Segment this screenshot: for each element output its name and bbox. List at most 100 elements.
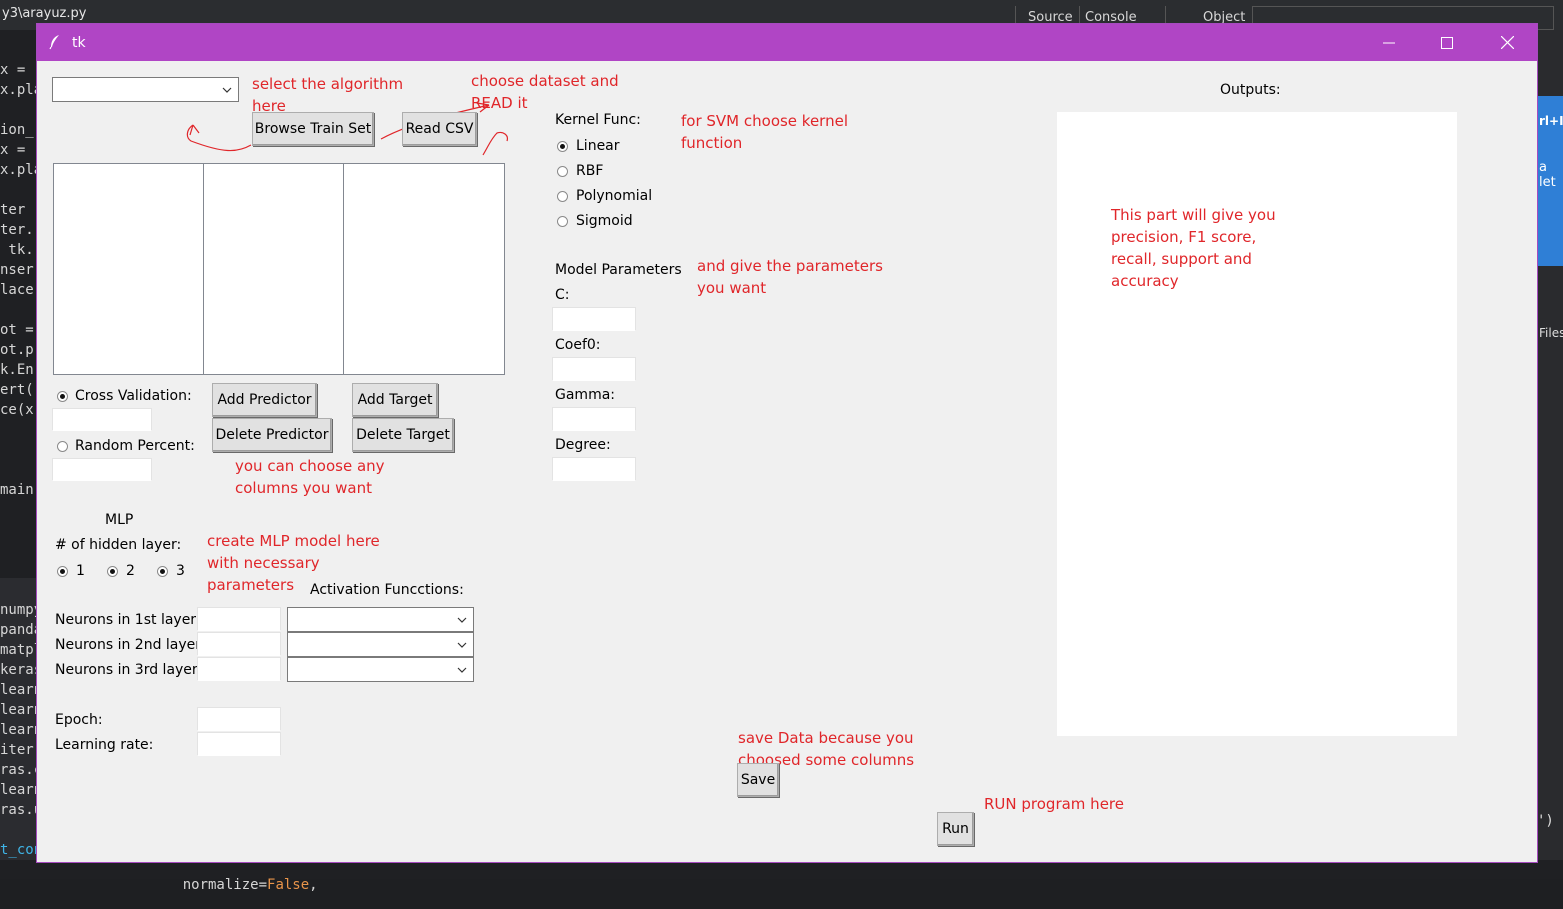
delete-target-button[interactable]: Delete Target	[352, 418, 454, 452]
save-button[interactable]: Save	[737, 763, 779, 797]
ide-file-path: y3\arayuz.py	[2, 6, 87, 21]
activation-3-combobox[interactable]	[287, 657, 474, 682]
neurons-1-input[interactable]	[197, 607, 281, 631]
learning-rate-label: Learning rate:	[55, 737, 154, 753]
code-line: learn	[0, 782, 36, 798]
code-line: ert(	[0, 382, 34, 398]
window-title: tk	[72, 35, 86, 51]
param-degree-input[interactable]	[552, 457, 636, 481]
note-columns: you can choose any columns you want	[235, 457, 385, 497]
code-line: ras.u	[0, 802, 36, 818]
outputs-text-area[interactable]: This part will give you precision, F1 sc…	[1057, 112, 1457, 736]
random-percent-input[interactable]	[52, 458, 152, 481]
code-param: normalize=	[182, 877, 268, 893]
code-line: ter	[0, 202, 34, 218]
ide-right-snippet: Files	[1539, 326, 1563, 340]
param-gamma-label: Gamma:	[555, 387, 615, 403]
kernel-rbf-label: RBF	[576, 163, 604, 179]
code-line: tk.	[0, 242, 34, 258]
kernel-sigmoid-label: Sigmoid	[576, 213, 633, 229]
param-c-input[interactable]	[552, 307, 636, 331]
code-line: ion_	[0, 122, 34, 138]
chevron-down-icon	[457, 642, 467, 648]
note-outputs: This part will give you precision, F1 sc…	[1111, 206, 1276, 290]
predictors-listbox[interactable]	[203, 163, 344, 375]
code-line: iter	[0, 742, 34, 758]
epoch-label: Epoch:	[55, 712, 103, 728]
cross-validation-label: Cross Validation:	[75, 388, 192, 404]
outputs-label: Outputs:	[1220, 82, 1281, 98]
code-line: ot.p	[0, 342, 34, 358]
code-line: t_con	[0, 842, 36, 858]
kernel-polynomial-radio[interactable]	[557, 191, 568, 202]
columns-listbox[interactable]	[53, 163, 204, 375]
random-percent-label: Random Percent:	[75, 438, 195, 454]
run-button[interactable]: Run	[937, 812, 974, 846]
param-gamma-input[interactable]	[552, 407, 636, 431]
read-csv-button[interactable]: Read CSV	[402, 112, 477, 146]
code-line: x.pla	[0, 162, 36, 178]
code-line: keras	[0, 662, 36, 678]
param-coef0-label: Coef0:	[555, 337, 601, 353]
hidden-layer-label: # of hidden layer:	[55, 537, 182, 553]
close-icon	[1500, 36, 1514, 49]
hidden-layer-3-label: 3	[176, 563, 185, 579]
learning-rate-input[interactable]	[197, 732, 281, 756]
cross-validation-radio[interactable]	[57, 391, 68, 402]
kernel-linear-label: Linear	[576, 138, 620, 154]
cross-validation-input[interactable]	[52, 408, 152, 431]
neurons-2-input[interactable]	[197, 632, 281, 656]
kernel-polynomial-label: Polynomial	[576, 188, 653, 204]
code-line: learn	[0, 722, 36, 738]
add-predictor-button[interactable]: Add Predictor	[212, 383, 317, 417]
hidden-layer-2-radio[interactable]	[107, 566, 118, 577]
hidden-layer-1-radio[interactable]	[57, 566, 68, 577]
code-punct: ,	[309, 877, 318, 893]
window-content: select the algorithm here choose dataset…	[37, 61, 1537, 862]
maximize-button[interactable]	[1419, 24, 1475, 61]
random-percent-radio[interactable]	[57, 441, 68, 452]
code-line: k.En	[0, 362, 34, 378]
note-run: RUN program here	[984, 795, 1124, 813]
ide-right-snippet: ')	[1537, 813, 1554, 829]
activation-label: Activation Funcctions:	[310, 582, 464, 598]
title-bar[interactable]: tk	[37, 24, 1537, 61]
close-button[interactable]	[1479, 24, 1535, 61]
minimize-button[interactable]	[1361, 24, 1417, 61]
note-kernel: for SVM choose kernel function	[681, 112, 848, 152]
kernel-rbf-radio[interactable]	[557, 166, 568, 177]
code-line: learn	[0, 682, 36, 698]
kernel-linear-radio[interactable]	[557, 141, 568, 152]
code-line: lace	[0, 282, 34, 298]
target-listbox[interactable]	[343, 163, 505, 375]
code-value: False	[267, 877, 310, 893]
ide-right-snippet: a let	[1539, 160, 1556, 190]
epoch-input[interactable]	[197, 707, 281, 731]
hidden-layer-3-radio[interactable]	[157, 566, 168, 577]
feather-icon	[49, 35, 59, 50]
code-line: ce(x	[0, 402, 34, 418]
chevron-down-icon	[457, 617, 467, 623]
ide-bottom-code: normalize=False,	[149, 861, 318, 909]
param-coef0-input[interactable]	[552, 357, 636, 381]
kernel-label: Kernel Func:	[555, 112, 641, 128]
browse-train-set-button[interactable]: Browse Train Set	[252, 112, 374, 146]
activation-2-combobox[interactable]	[287, 632, 474, 657]
param-c-label: C:	[555, 287, 570, 303]
code-line: x.pla	[0, 82, 36, 98]
activation-1-combobox[interactable]	[287, 607, 474, 632]
code-line: matpl	[0, 642, 36, 658]
code-line: learn	[0, 702, 36, 718]
code-line: ot =	[0, 322, 34, 338]
neurons-2-label: Neurons in 2nd layer:	[55, 637, 206, 653]
mlp-title: MLP	[105, 512, 134, 528]
code-line: ter.	[0, 222, 34, 238]
neurons-3-input[interactable]	[197, 657, 281, 681]
delete-predictor-button[interactable]: Delete Predictor	[212, 418, 332, 452]
ide-right-panel: rl+I a let Files ')	[1536, 30, 1563, 879]
add-target-button[interactable]: Add Target	[352, 383, 438, 417]
tk-window: tk select the algorithm here choose data…	[36, 23, 1538, 863]
kernel-sigmoid-radio[interactable]	[557, 216, 568, 227]
code-line: main	[0, 482, 34, 498]
code-line: ras.c	[0, 762, 36, 778]
